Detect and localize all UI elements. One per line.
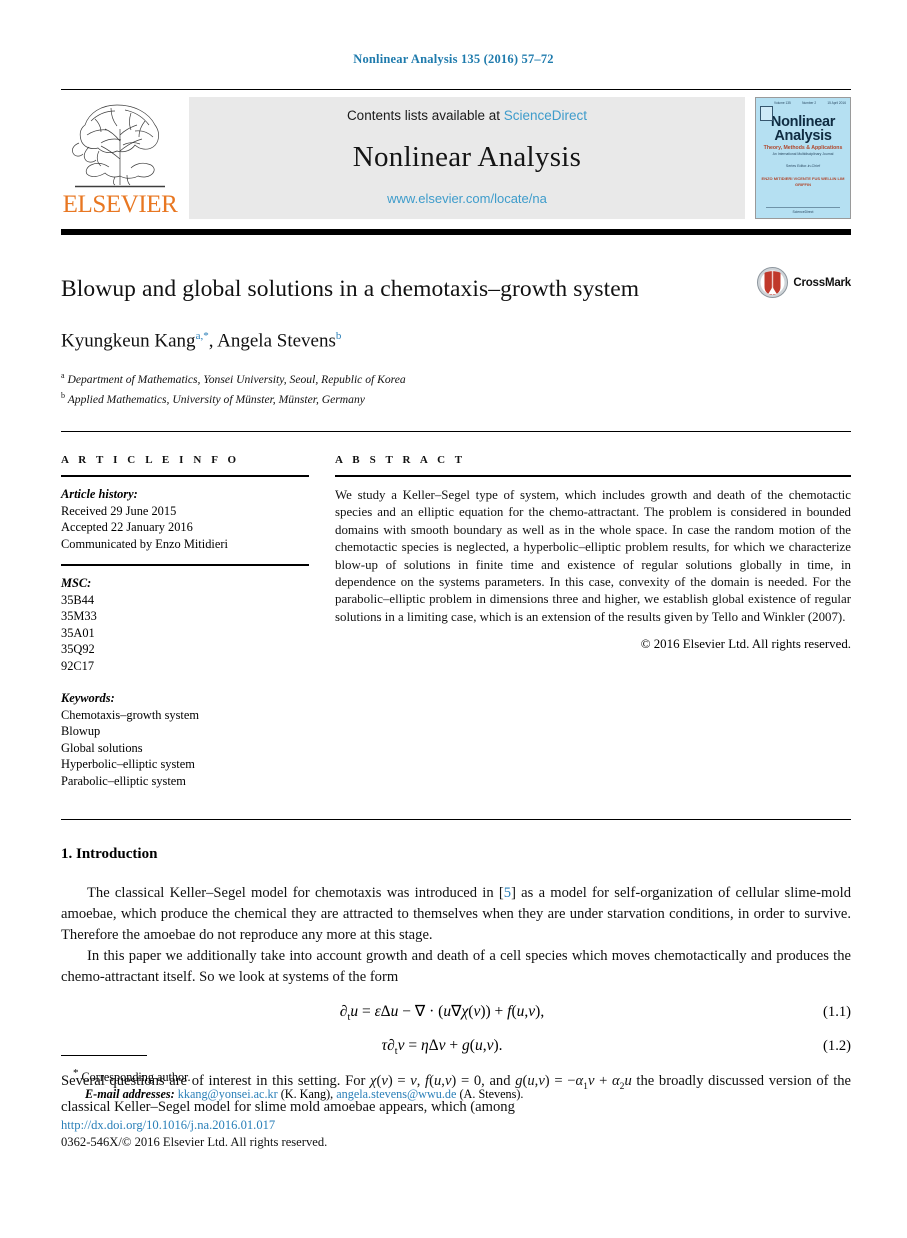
equation-1-2-number: (1.2) [823,1038,851,1055]
crossmark-badge[interactable]: CrossMark [757,267,851,298]
article-history-communicated: Communicated by Enzo Mitidieri [61,536,228,551]
abstract-rule [335,475,851,478]
email-person-kang: (K. Kang) [280,1087,331,1102]
elsevier-tree-icon [65,99,175,191]
journal-banner: ELSEVIER Contents lists available at Sci… [61,89,851,219]
footnotes-region: * Corresponding author. E-mail addresses… [61,1055,851,1103]
doi-link[interactable]: http://dx.doi.org/10.1016/j.na.2016.01.0… [61,1117,327,1134]
paragraph-1-part-a: The classical Keller–Segel model for che… [87,885,504,902]
equation-1-1-body: ∂tu = εΔu − ∇ · (u∇χ(v)) + f(u,v), [339,1003,545,1024]
msc-rule [61,564,309,567]
msc-group: MSC: 35B44 35M33 35A01 35Q92 92C17 [61,575,309,674]
citation-ref-5[interactable]: 5 [504,885,511,901]
title-block: CrossMark Blowup and global solutions in… [61,267,851,407]
section-heading-introduction: 1. Introduction [61,846,158,863]
footnote-rule [61,1055,147,1056]
abstract-text: We study a Keller–Segel type of system, … [335,488,851,624]
abstract-heading: A B S T R A C T [335,454,466,467]
cover-footer: ScienceDirect [766,207,840,214]
cover-title-line2: Analysis [774,128,832,144]
msc-code: 35B44 [61,592,95,607]
affiliation-mark-a: a [61,371,65,381]
affiliation-a: a Department of Mathematics, Yonsei Univ… [61,368,851,387]
journal-cover-thumbnail: Volume 135 Number 2 15 April 2016 Nonlin… [755,97,851,219]
abstract-column: A B S T R A C T We study a Keller–Segel … [335,454,851,789]
article-history-label: Article history: [61,487,138,502]
crossmark-label: CrossMark [793,276,851,289]
author-name-1: Kyungkeun Kang [61,330,196,352]
page-title: Blowup and global solutions in a chemota… [61,276,640,302]
journal-url-link[interactable]: www.elsevier.com/locate/na [387,191,547,206]
paragraph-1: The classical Keller–Segel model for che… [61,883,851,946]
article-info-column: A R T I C L E I N F O Article history: R… [61,454,309,789]
article-history-group: Article history: Received 29 June 2015 A… [61,486,309,552]
msc-label: MSC: [61,576,92,591]
footnote-emails: E-mail addresses: kkang@yonsei.ac.kr (K.… [61,1086,851,1103]
cover-issue-line: Volume 135 Number 2 15 April 2016 [756,98,850,105]
footnote-corresponding-author: * Corresponding author. [61,1065,851,1086]
msc-code: 35A01 [61,625,95,640]
email-end: . [520,1087,524,1102]
msc-code: 92C17 [61,658,95,673]
cover-editors: ENZO MITIDIERI VICENTE FUS WEI-LIN LIM G… [761,176,845,187]
author-marks-2[interactable]: b [336,330,342,342]
affiliation-b: b Applied Mathematics, University of Mün… [61,388,851,407]
affiliation-text-a: Department of Mathematics, Yonsei Univer… [67,373,406,387]
keyword-item: Chemotaxis–growth system [61,707,200,722]
email-person-stevens: (A. Stevens) [459,1087,521,1102]
article-history-accepted: Accepted 22 January 2016 [61,520,193,535]
elsevier-logo: ELSEVIER [61,97,179,219]
keywords-label: Keywords: [61,691,115,706]
article-history-received: Received 29 June 2015 [61,503,177,518]
crossmark-icon [757,267,789,298]
abstract-bottom-divider [61,819,851,821]
banner-centre: Contents lists available at ScienceDirec… [189,97,745,219]
footnote-asterisk: * [73,1067,79,1079]
keyword-item: Parabolic–elliptic system [61,773,186,788]
authors-separator: , [208,330,218,352]
cover-subtitle: Theory, Methods & Applications [763,145,843,151]
contents-available-line: Contents lists available at ScienceDirec… [347,108,587,123]
email-addresses-label: E-mail addresses: [85,1087,175,1102]
author-name-2: Angela Stevens [217,330,336,352]
keyword-item: Hyperbolic–elliptic system [61,757,195,772]
info-abstract-region: A R T I C L E I N F O Article history: R… [61,454,851,789]
abstract-copyright: © 2016 Elsevier Ltd. All rights reserved… [640,637,851,652]
author-marks-1[interactable]: a,* [196,330,209,342]
authors-line: Kyungkeun Kanga,*, Angela Stevensb [61,330,851,352]
article-info-rule [61,475,309,478]
cover-editors-label: Series Editor-in-Chief [785,164,821,168]
header-divider-bar [61,229,851,235]
footnote-corresponding-text: Corresponding author. [81,1070,191,1085]
cover-date: 15 April 2016 [827,101,846,105]
elsevier-wordmark: ELSEVIER [62,191,178,218]
paper-page: Nonlinear Analysis 135 (2016) 57–72 ELSE… [0,0,907,1238]
contents-prefix: Contents lists available at [346,108,504,123]
email-link-stevens[interactable]: angela.stevens@wwu.de [336,1087,456,1101]
keyword-item: Blowup [61,724,101,739]
keyword-item: Global solutions [61,740,143,755]
email-link-kang[interactable]: kkang@yonsei.ac.kr [178,1087,278,1101]
page-footer: http://dx.doi.org/10.1016/j.na.2016.01.0… [61,1117,327,1151]
equation-1-1-number: (1.1) [823,1004,851,1021]
article-info-heading: A R T I C L E I N F O [61,454,240,467]
keywords-group: Keywords: Chemotaxis–growth system Blowu… [61,690,309,789]
paragraph-2: In this paper we additionally take into … [61,948,851,986]
cover-volume: Volume 135 [774,101,791,105]
msc-code: 35M33 [61,609,97,624]
cover-number: Number 2 [802,101,817,105]
issn-copyright-line: 0362-546X/© 2016 Elsevier Ltd. All right… [61,1135,328,1149]
running-head: Nonlinear Analysis 135 (2016) 57–72 [353,52,554,66]
cover-elsevier-mark-icon [760,106,773,121]
equation-1-1: ∂tu = εΔu − ∇ · (u∇χ(v)) + f(u,v), (1.1) [61,1002,851,1023]
msc-code: 35Q92 [61,642,95,657]
title-divider [61,431,851,433]
affiliations: a Department of Mathematics, Yonsei Univ… [61,368,851,407]
affiliation-text-b: Applied Mathematics, University of Münst… [67,392,365,406]
affiliation-mark-b: b [61,390,65,400]
journal-title: Nonlinear Analysis [352,140,582,173]
cover-subtitle-2: An International Multidisciplinary Journ… [772,152,834,156]
sciencedirect-link[interactable]: ScienceDirect [504,108,587,123]
email-separator: , [330,1087,334,1102]
